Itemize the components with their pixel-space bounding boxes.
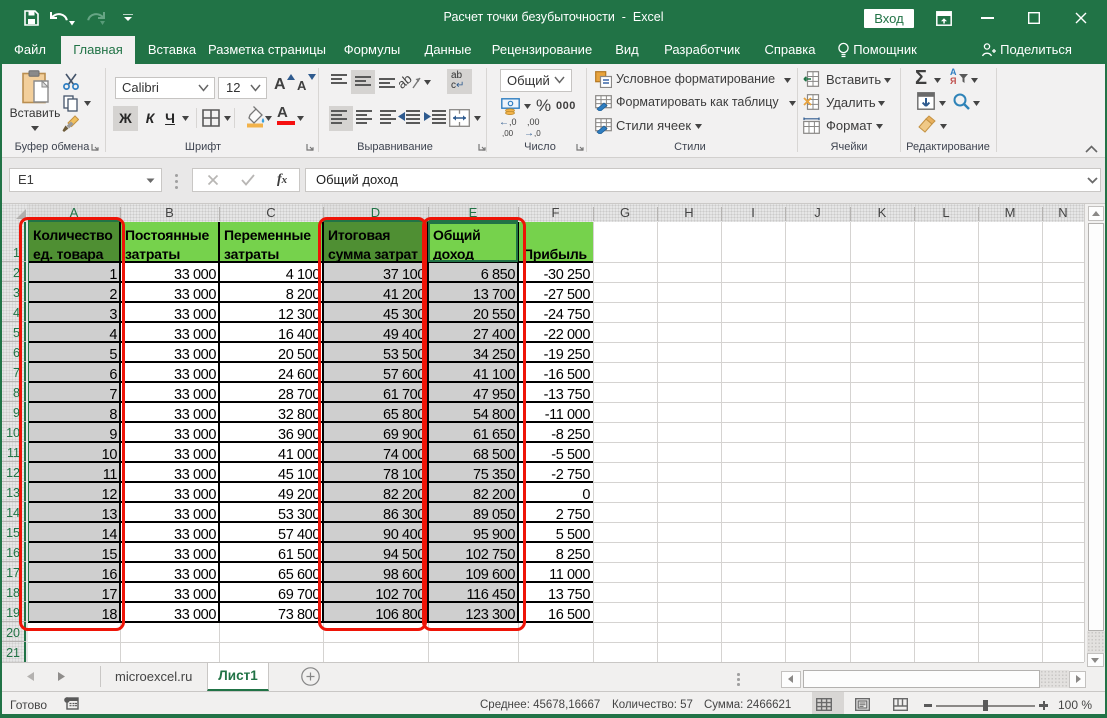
svg-text:ab: ab [399,72,415,92]
